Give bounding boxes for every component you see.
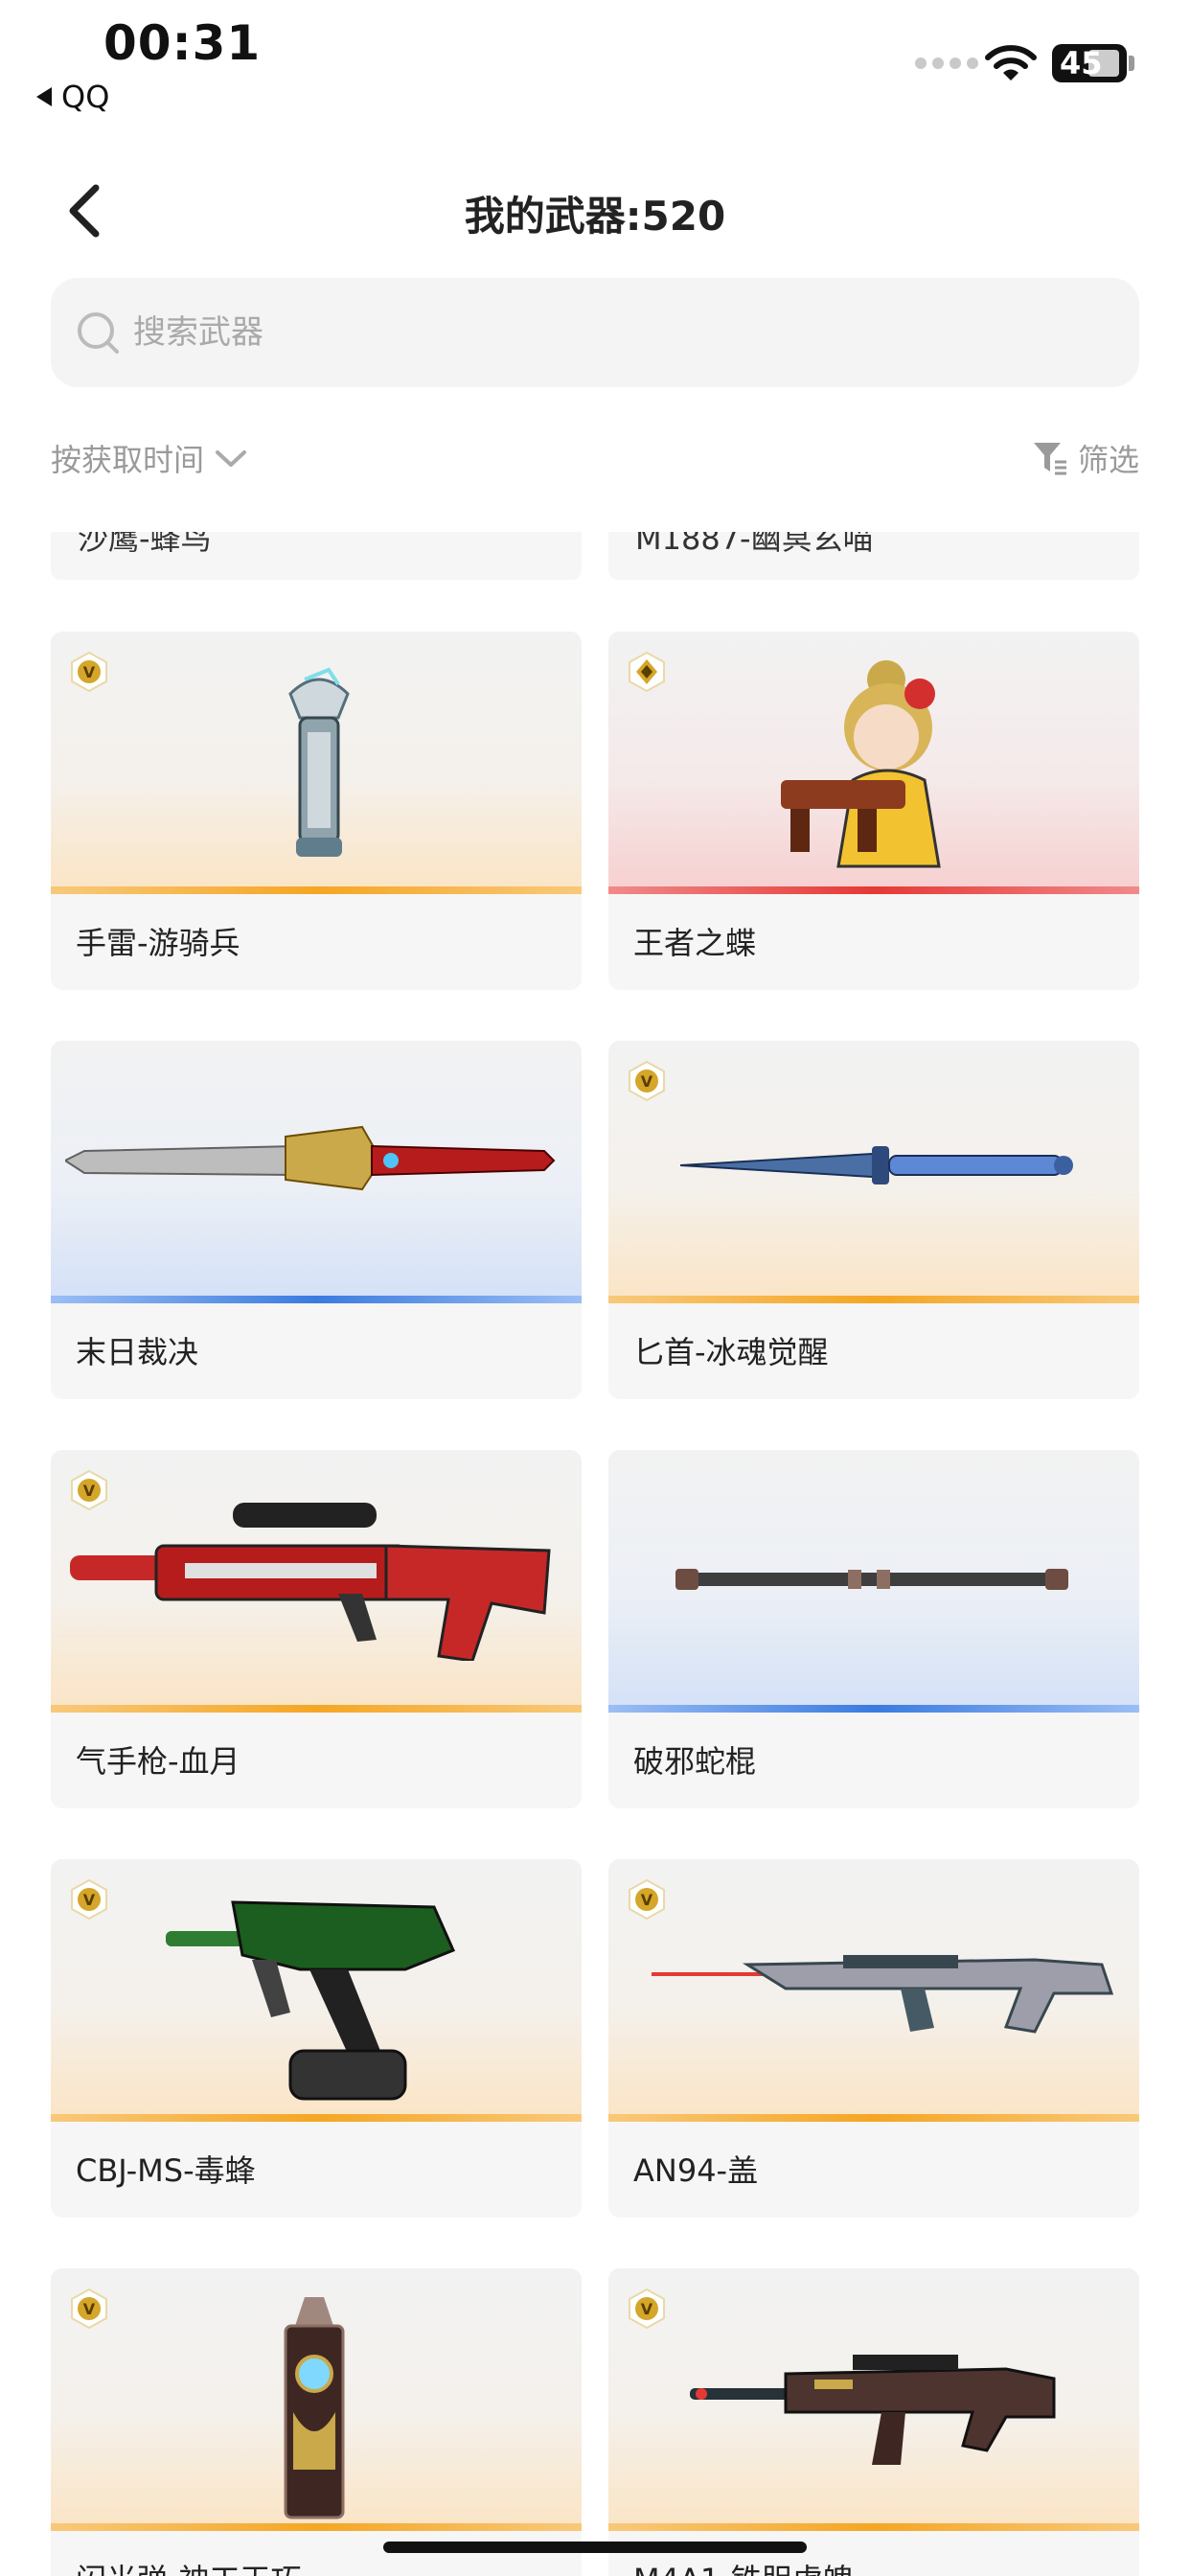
weapon-card-partial[interactable]: M1887-幽冥玄喵 (608, 532, 1139, 580)
weapon-card[interactable]: 破邪蛇棍 (608, 1450, 1139, 1808)
search-bar[interactable] (51, 278, 1139, 387)
page-title: 我的武器:520 (464, 193, 726, 240)
dagger-image (680, 1146, 1073, 1184)
back-app-label: QQ (61, 79, 110, 115)
weapon-name: 气手枪-血月 (76, 1743, 240, 1780)
vip-badge-icon: V (629, 1060, 665, 1102)
filter-button[interactable]: 筛选 (1032, 436, 1139, 480)
vip-badge-icon: V (629, 1878, 665, 1920)
cellular-signal-icon (915, 58, 978, 69)
rarity-bar (608, 1296, 1139, 1303)
weapon-image (51, 1041, 582, 1303)
chevron-down-icon (216, 450, 247, 467)
battery-icon: 45 (1052, 44, 1127, 82)
diamond-badge-icon (629, 651, 665, 693)
weapon-image: V (51, 632, 582, 894)
weapon-name: 手雷-游骑兵 (76, 925, 240, 961)
rarity-bar (608, 2523, 1139, 2531)
weapon-card[interactable]: V M4A1-铁胆虎魄 (608, 2268, 1139, 2576)
weapon-name: CBJ-MS-毒蜂 (76, 2152, 256, 2189)
weapon-name: 沙鹰-蜂鸟 (78, 532, 212, 557)
weapon-image: V (608, 2268, 1139, 2531)
weapon-card[interactable]: V 闪光弹-神工天巧 (51, 2268, 582, 2576)
character-image (781, 660, 941, 868)
status-time: 00:31 (103, 15, 262, 71)
weapon-card[interactable]: 末日裁决 (51, 1041, 582, 1399)
flashbang-image (284, 2297, 345, 2519)
weapon-image (608, 632, 1139, 894)
svg-text:V: V (641, 2300, 653, 2318)
grenade-image (288, 667, 350, 857)
battery-level: 45 (1060, 45, 1103, 81)
weapon-name: 末日裁决 (76, 1334, 199, 1370)
weapon-name: 王者之蝶 (633, 925, 757, 961)
sort-label: 按获取时间 (51, 442, 205, 478)
sort-dropdown[interactable]: 按获取时间 (51, 436, 248, 480)
weapon-card[interactable]: V 匕首-冰魂觉醒 (608, 1041, 1139, 1399)
staff-image (675, 1569, 1068, 1590)
weapon-card[interactable]: V 手雷-游骑兵 (51, 632, 582, 990)
weapon-name: M4A1-铁胆虎魄 (633, 2556, 854, 2576)
weapon-name: M1887-幽冥玄喵 (635, 532, 874, 557)
vip-badge-icon: V (629, 2288, 665, 2330)
nav-header: 我的武器:520 (0, 163, 1190, 259)
m4a1-image (690, 2355, 1056, 2465)
weapon-name: 破邪蛇棍 (633, 1743, 757, 1780)
weapon-image: V (51, 1450, 582, 1713)
weapon-image: V (608, 1041, 1139, 1303)
rarity-bar (51, 2114, 582, 2122)
rarity-bar (608, 886, 1139, 894)
search-input[interactable] (131, 301, 1093, 364)
filter-label: 筛选 (1077, 442, 1139, 478)
svg-text:V: V (641, 1072, 653, 1091)
weapon-image: V (51, 1859, 582, 2122)
svg-text:V: V (641, 1891, 653, 1909)
vip-badge-icon: V (71, 2288, 107, 2330)
greatsword-image (65, 1125, 556, 1191)
search-icon (78, 312, 119, 354)
weapon-card[interactable]: V 气手枪-血月 (51, 1450, 582, 1808)
rifle-image (652, 1955, 1114, 2034)
wifi-icon (985, 45, 1037, 80)
weapon-name: AN94-盖 (633, 2152, 759, 2189)
weapon-card[interactable]: 王者之蝶 (608, 632, 1139, 990)
rarity-bar (51, 1705, 582, 1713)
battery-tip (1129, 56, 1134, 71)
weapon-card[interactable]: V AN94-盖 (608, 1859, 1139, 2218)
weapon-name: 匕首-冰魂觉醒 (633, 1334, 829, 1370)
svg-text:V: V (83, 2300, 96, 2318)
funnel-icon (1033, 443, 1066, 475)
svg-text:V: V (83, 1891, 96, 1909)
air-rifle-image (70, 1503, 551, 1661)
weapon-name: 闪光弹-神工天巧 (76, 2556, 302, 2576)
home-indicator[interactable] (383, 2542, 807, 2553)
svg-text:V: V (83, 663, 96, 681)
weapon-image: V (608, 1859, 1139, 2122)
weapon-grid: 沙鹰-蜂鸟 M1887-幽冥玄喵 V 手雷-游骑兵 王者之蝶 末日裁决 V 匕首… (0, 532, 1190, 2576)
vip-badge-icon: V (71, 651, 107, 693)
weapon-card-partial[interactable]: 沙鹰-蜂鸟 (51, 532, 582, 580)
weapon-card[interactable]: V CBJ-MS-毒蜂 (51, 1859, 582, 2218)
rarity-bar (608, 1705, 1139, 1713)
rarity-bar (608, 2114, 1139, 2122)
weapon-image: V (51, 2268, 582, 2531)
smg-image (166, 1900, 456, 2101)
vip-badge-icon: V (71, 1878, 107, 1920)
rarity-bar (51, 886, 582, 894)
status-bar: 00:31 QQ 45 (0, 0, 1190, 134)
rarity-bar (51, 2523, 582, 2531)
back-to-app-button[interactable]: QQ (36, 79, 109, 115)
back-triangle-icon (36, 87, 52, 106)
rarity-bar (51, 1296, 582, 1303)
weapon-image (608, 1450, 1139, 1713)
